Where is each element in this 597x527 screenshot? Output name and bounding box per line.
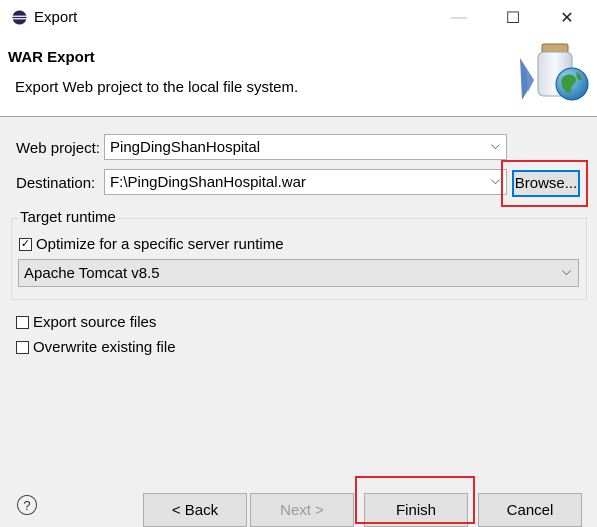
overwrite-label: Overwrite existing file (33, 339, 176, 356)
close-button[interactable]: ✕ (544, 0, 590, 36)
optimize-checkbox[interactable]: ✓ (19, 238, 32, 251)
chevron-down-icon[interactable]: ⌵ (562, 264, 571, 279)
wizard-header: WAR Export Export Web project to the loc… (0, 36, 597, 116)
runtime-select[interactable]: Apache Tomcat v8.5 ⌵ (18, 259, 579, 287)
destination-label: Destination: (16, 175, 96, 192)
title-bar: Export — ☐ ✕ (0, 0, 597, 36)
chevron-down-icon[interactable]: ⌵ (491, 138, 500, 153)
cancel-button[interactable]: Cancel (478, 493, 582, 527)
overwrite-checkbox[interactable] (16, 341, 29, 354)
highlight-box-browse (501, 160, 588, 207)
export-source-checkbox[interactable] (16, 316, 29, 329)
destination-value: F:\PingDingShanHospital.war (110, 174, 306, 191)
next-button[interactable]: Next > (250, 493, 354, 527)
runtime-value: Apache Tomcat v8.5 (24, 265, 160, 282)
eclipse-icon (12, 10, 27, 25)
minimize-button[interactable]: — (436, 0, 482, 36)
wizard-title: WAR Export (8, 49, 95, 66)
optimize-label: Optimize for a specific server runtime (36, 236, 284, 253)
web-project-label: Web project: (16, 140, 100, 157)
chevron-down-icon[interactable]: ⌵ (491, 173, 500, 188)
help-icon[interactable]: ? (17, 495, 37, 515)
web-project-value: PingDingShanHospital (110, 139, 261, 156)
header-separator (0, 116, 597, 117)
back-button[interactable]: < Back (143, 493, 247, 527)
web-project-combo[interactable]: PingDingShanHospital ⌵ (104, 134, 507, 160)
check-icon: ✓ (20, 238, 31, 250)
target-runtime-title: Target runtime (18, 209, 118, 226)
export-source-label: Export source files (33, 314, 157, 331)
destination-combo[interactable]: F:\PingDingShanHospital.war ⌵ (104, 169, 507, 195)
window-title: Export (34, 9, 78, 26)
highlight-box-finish (355, 476, 475, 524)
war-export-banner-icon (520, 43, 589, 101)
maximize-button[interactable]: ☐ (490, 0, 536, 36)
wizard-description: Export Web project to the local file sys… (15, 79, 299, 96)
